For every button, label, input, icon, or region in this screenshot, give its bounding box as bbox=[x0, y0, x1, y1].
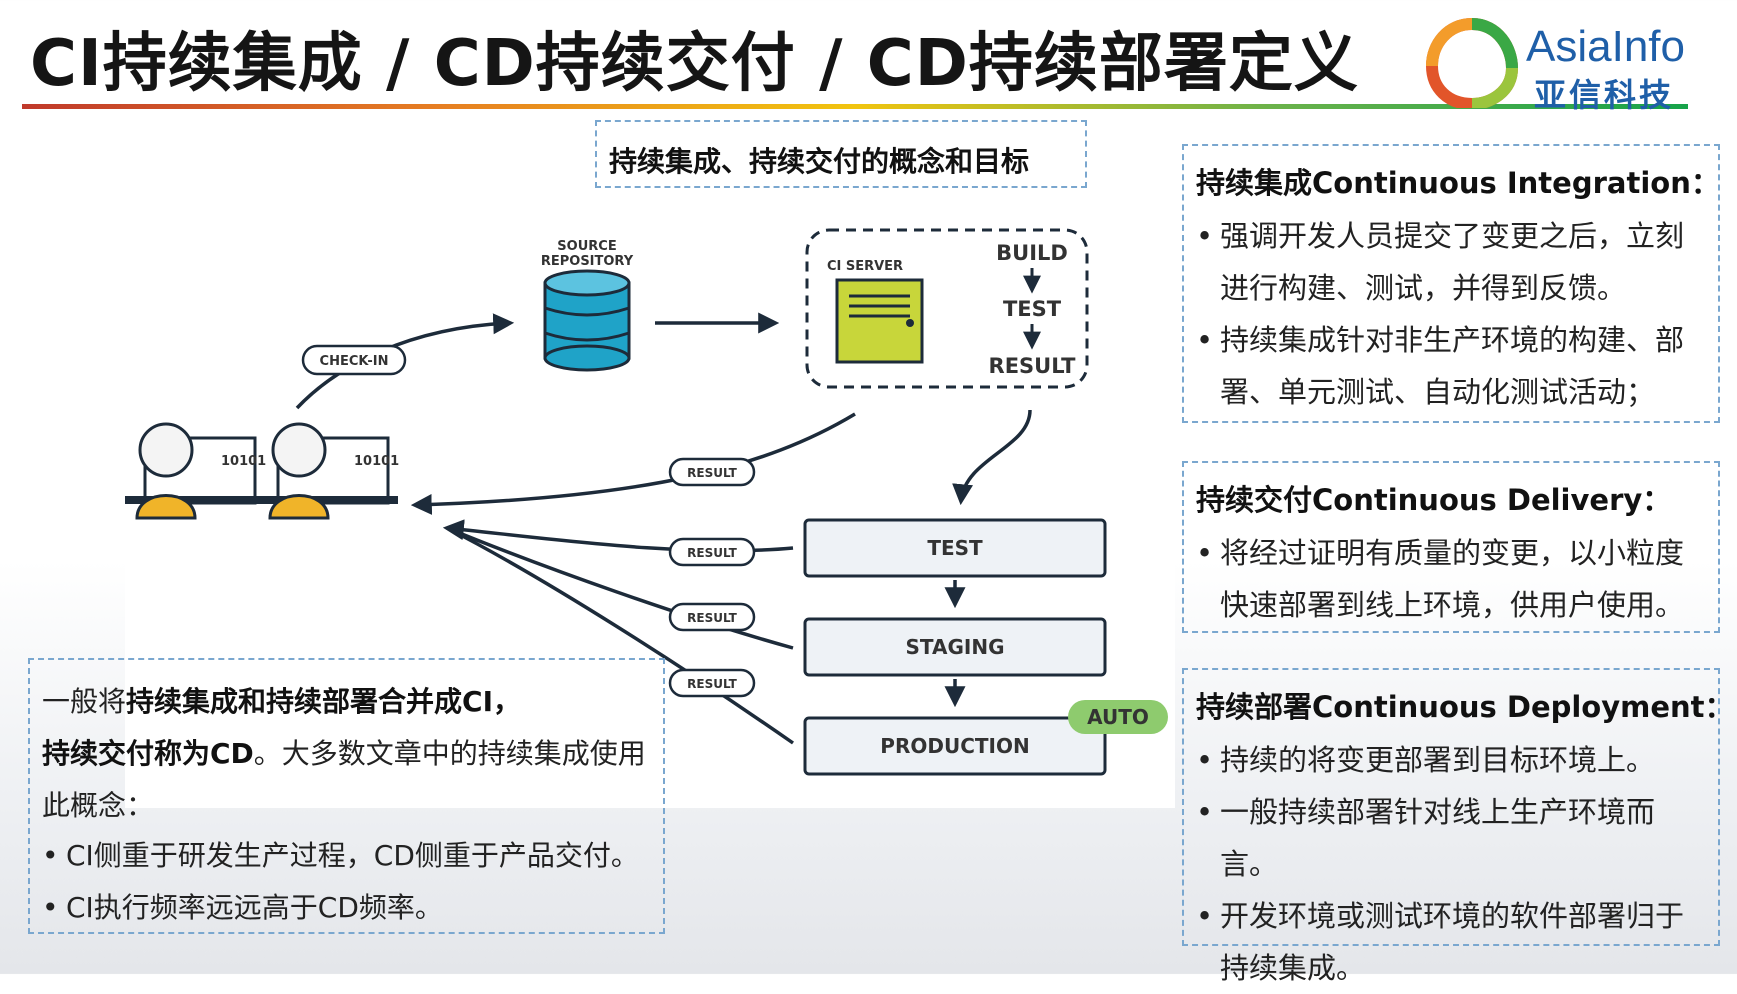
staging-result-label: RESULT bbox=[687, 611, 737, 625]
source-repo-label-2: REPOSITORY bbox=[541, 254, 634, 269]
database-icon bbox=[543, 269, 631, 372]
ci-list: 强调开发人员提交了变更之后，立刻进行构建、测试，并得到反馈。 持续集成针对非生产… bbox=[1196, 210, 1708, 418]
slide-title: CI持续集成 / CD持续交付 / CD持续部署定义 bbox=[30, 27, 1359, 101]
source-repo-label-1: SOURCE bbox=[557, 239, 616, 254]
result-step-label: RESULT bbox=[989, 354, 1077, 378]
stage-test-label: TEST bbox=[927, 536, 983, 560]
concept-box-label: 持续集成、持续交付的概念和目标 bbox=[609, 145, 1030, 178]
delivery-title: 持续交付Continuous Delivery： bbox=[1196, 483, 1672, 517]
server-to-pipeline-arrow bbox=[952, 409, 1032, 506]
developer-code-1: 10101 bbox=[221, 454, 266, 469]
stage-staging-label: STAGING bbox=[906, 635, 1005, 659]
delivery-definition-box: 持续交付Continuous Delivery： 将经过证明有质量的变更，以小粒… bbox=[1182, 461, 1720, 633]
summary-item: CI执行频率远远高于CD频率。 bbox=[42, 882, 656, 934]
summary-paragraph: 一般将持续集成和持续部署合并成CI， 持续交付称为CD。大多数文章中的持续集成使用… bbox=[42, 676, 656, 832]
summary-list: CI侧重于研发生产过程，CD侧重于产品交付。 CI执行频率远远高于CD频率。 bbox=[42, 830, 656, 934]
delivery-list: 将经过证明有质量的变更，以小粒度快速部署到线上环境，供用户使用。 bbox=[1196, 527, 1708, 631]
developer-icon-1: 10101 bbox=[125, 422, 266, 520]
ci-definition-box: 持续集成Continuous Integration： 强调开发人员提交了变更之… bbox=[1182, 144, 1720, 423]
logo-text-en: AsiaInfo bbox=[1526, 22, 1685, 71]
developer-icon-2: 10101 bbox=[258, 422, 399, 520]
production-result-label: RESULT bbox=[687, 677, 737, 691]
server-result-label: RESULT bbox=[687, 466, 737, 480]
summary-item: CI侧重于研发生产过程，CD侧重于产品交付。 bbox=[42, 830, 656, 882]
build-step-label: BUILD bbox=[996, 241, 1068, 265]
summary-bold-1: 持续集成和持续部署合并成CI， bbox=[126, 685, 521, 718]
concept-box: 持续集成、持续交付的概念和目标 bbox=[595, 120, 1087, 188]
test-step-label: TEST bbox=[1003, 297, 1062, 321]
asiainfo-logo-icon bbox=[1425, 18, 1519, 108]
deployment-item: 持续的将变更部署到目标环境上。 bbox=[1196, 734, 1708, 786]
deployment-item: 一般持续部署针对线上生产环境而言。 bbox=[1196, 786, 1708, 890]
deployment-definition-box: 持续部署Continuous Deployment： 持续的将变更部署到目标环境… bbox=[1182, 668, 1734, 985]
deployment-list: 持续的将变更部署到目标环境上。 一般持续部署针对线上生产环境而言。 开发环境或测… bbox=[1196, 734, 1708, 994]
asiainfo-logo: AsiaInfo 亚信科技 bbox=[1424, 18, 1724, 114]
server-result-arrow bbox=[410, 412, 856, 515]
ci-server-icon bbox=[835, 278, 924, 364]
stage-production-label: PRODUCTION bbox=[880, 734, 1029, 758]
logo-text-cn: 亚信科技 bbox=[1534, 76, 1675, 114]
ci-server-label: CI SERVER bbox=[827, 259, 903, 274]
summary-prefix: 一般将 bbox=[42, 685, 127, 718]
ci-title: 持续集成Continuous Integration： bbox=[1196, 166, 1720, 200]
summary-note-box: 一般将持续集成和持续部署合并成CI， 持续交付称为CD。大多数文章中的持续集成使用… bbox=[28, 658, 665, 934]
summary-bold-2: 持续交付称为CD bbox=[42, 737, 254, 770]
deployment-item: 开发环境或测试环境的软件部署归于持续集成。 bbox=[1196, 890, 1708, 994]
developer-code-2: 10101 bbox=[354, 454, 399, 469]
auto-badge-label: AUTO bbox=[1087, 705, 1149, 729]
delivery-item: 将经过证明有质量的变更，以小粒度快速部署到线上环境，供用户使用。 bbox=[1196, 527, 1708, 631]
ci-item: 持续集成针对非生产环境的构建、部署、单元测试、自动化测试活动； bbox=[1196, 314, 1708, 418]
deployment-title: 持续部署Continuous Deployment： bbox=[1196, 690, 1734, 724]
check-in-label: CHECK-IN bbox=[320, 354, 389, 369]
test-result-label: RESULT bbox=[687, 546, 737, 560]
ci-item: 强调开发人员提交了变更之后，立刻进行构建、测试，并得到反馈。 bbox=[1196, 210, 1708, 314]
